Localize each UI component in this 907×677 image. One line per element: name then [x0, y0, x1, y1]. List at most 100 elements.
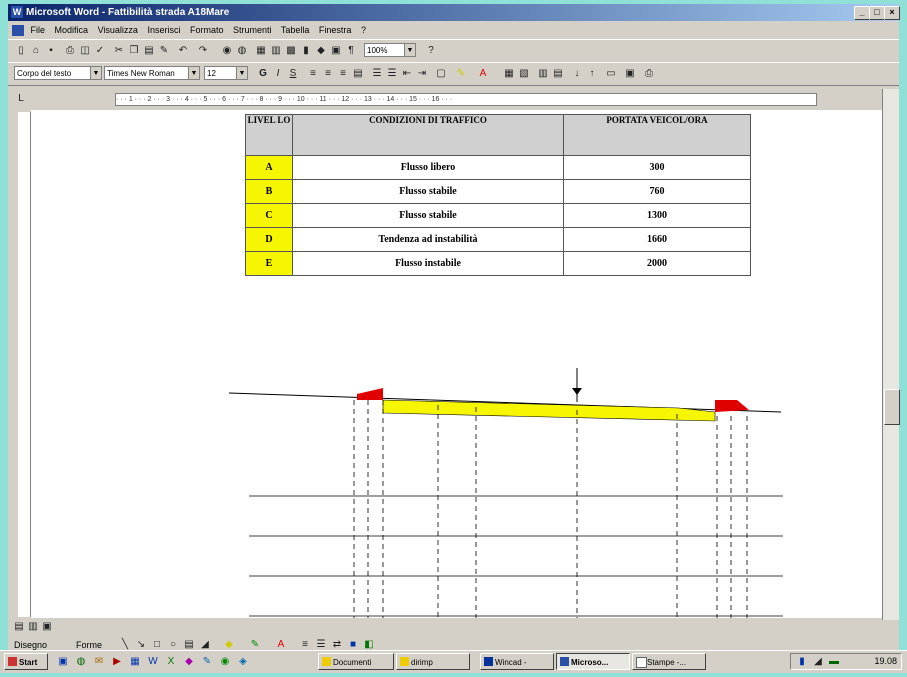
app-icon[interactable]: ▶	[110, 655, 124, 668]
border-icon[interactable]: ▢	[434, 67, 448, 80]
start-button[interactable]: Start	[4, 653, 48, 670]
open-icon[interactable]: ⌂	[29, 44, 43, 57]
sort-asc-icon[interactable]: ↓	[570, 67, 584, 80]
spelling-icon[interactable]: ✓	[93, 44, 107, 57]
undo-icon[interactable]: ↶	[176, 44, 190, 57]
taskbar-item-stampe[interactable]: Stampe -...	[632, 653, 706, 670]
maximize-button[interactable]: □	[869, 6, 885, 20]
highlight-icon[interactable]: ✎	[454, 67, 468, 80]
save-icon[interactable]: ▪	[44, 44, 58, 57]
insert-table-icon[interactable]: ▥	[269, 44, 283, 57]
tray-app-icon[interactable]: ▬	[827, 655, 841, 668]
menu-file[interactable]: File	[31, 25, 46, 35]
format-painter-icon[interactable]: ✎	[157, 44, 171, 57]
copy-icon[interactable]: ❐	[127, 44, 141, 57]
menu-formato[interactable]: Formato	[190, 25, 224, 35]
font-color-icon[interactable]: A	[476, 67, 490, 80]
desktop-icon[interactable]: ▣	[56, 655, 70, 668]
numbering-icon[interactable]: ☰	[370, 67, 384, 80]
split-icon[interactable]: ▤	[551, 67, 565, 80]
cut-icon[interactable]: ✂	[112, 44, 126, 57]
hyperlink-icon[interactable]: ◉	[220, 44, 234, 57]
web-icon[interactable]: ▣	[623, 67, 637, 80]
browser-icon[interactable]: ◍	[74, 655, 88, 668]
zoom-select[interactable]: 100% ▼	[364, 43, 416, 57]
word-icon[interactable]: W	[146, 655, 160, 668]
vertical-ruler[interactable]	[18, 112, 31, 617]
underline-button[interactable]: S	[286, 67, 300, 80]
app-icon[interactable]: ✎	[200, 655, 214, 668]
vertical-scrollbar[interactable]	[882, 89, 900, 620]
decrease-indent-icon[interactable]: ⇤	[400, 67, 414, 80]
taskbar-item-documenti[interactable]: Documenti	[318, 653, 394, 670]
menu-inserisci[interactable]: Inserisci	[147, 25, 180, 35]
scroll-thumb[interactable]	[884, 389, 900, 425]
columns-icon[interactable]: ▮	[299, 44, 313, 57]
menu-tabella[interactable]: Tabella	[281, 25, 310, 35]
web-view-icon[interactable]: ▥	[26, 620, 40, 633]
style-value: Corpo del testo	[17, 69, 72, 78]
print-preview-icon[interactable]: ◫	[78, 44, 92, 57]
minimize-button[interactable]: _	[854, 6, 870, 20]
excel-icon[interactable]: X	[164, 655, 178, 668]
cad-icon	[484, 657, 493, 666]
new-document-icon[interactable]: ▯	[14, 44, 28, 57]
word-icon	[560, 657, 569, 666]
justify-icon[interactable]: ▤	[351, 67, 365, 80]
print-icon[interactable]: ⎙	[63, 44, 77, 57]
app-icon[interactable]: ◉	[218, 655, 232, 668]
volume-icon[interactable]: ◢	[811, 655, 825, 668]
print-icon[interactable]: ⎙	[642, 67, 656, 80]
increase-indent-icon[interactable]: ⇥	[415, 67, 429, 80]
formatting-toolbar: Corpo del testo ▼ Times New Roman ▼ 12 ▼ G …	[8, 62, 899, 86]
align-left-icon[interactable]: ≡	[306, 67, 320, 80]
style-select[interactable]: Corpo del testo ▼	[14, 66, 102, 80]
normal-view-icon[interactable]: ▤	[12, 620, 26, 633]
document-icon[interactable]	[12, 25, 24, 37]
tables-icon[interactable]: ▦	[254, 44, 268, 57]
outlook-icon[interactable]: ✉	[92, 655, 106, 668]
bullets-icon[interactable]: ☰	[385, 67, 399, 80]
chevron-down-icon: ▼	[188, 67, 199, 79]
app-icon[interactable]: ◈	[236, 655, 250, 668]
doc-map-icon[interactable]: ▣	[329, 44, 343, 57]
menu-strumenti[interactable]: Strumenti	[233, 25, 272, 35]
insert-field-icon[interactable]: ▭	[604, 67, 618, 80]
bold-button[interactable]: G	[256, 67, 270, 80]
taskbar-item-wincad[interactable]: Wincad -	[480, 653, 554, 670]
font-size-select[interactable]: 12 ▼	[204, 66, 248, 80]
table-border-icon[interactable]: ▦	[502, 67, 516, 80]
paste-icon[interactable]: ▤	[142, 44, 156, 57]
excel-icon[interactable]: ▩	[284, 44, 298, 57]
network-icon[interactable]: ▮	[795, 655, 809, 668]
taskbar-item-word[interactable]: Microso...	[556, 653, 630, 670]
windows-logo-icon	[8, 657, 17, 666]
taskbar-item-dirimp[interactable]: dirimp	[396, 653, 470, 670]
align-center-icon[interactable]: ≡	[321, 67, 335, 80]
document-page[interactable]: LIVEL LO CONDIZIONI DI TRAFFICO PORTATA …	[31, 110, 883, 618]
sort-desc-icon[interactable]: ↑	[585, 67, 599, 80]
horizontal-ruler[interactable]: L · · · 1 · · · 2 · · · 3 · · · 4 · · · …	[8, 89, 899, 109]
horizontal-scrollbar[interactable]: ▤ ▥ ▣	[8, 620, 899, 634]
menu-finestra[interactable]: Finestra	[319, 25, 352, 35]
close-button[interactable]: ×	[884, 6, 900, 20]
table-insert-icon[interactable]: ▧	[517, 67, 531, 80]
merge-icon[interactable]: ▥	[536, 67, 550, 80]
font-select[interactable]: Times New Roman ▼	[104, 66, 200, 80]
drawing-icon[interactable]: ◆	[314, 44, 328, 57]
menu-help[interactable]: ?	[361, 25, 366, 35]
tab-selector-icon[interactable]: L	[14, 92, 28, 105]
redo-icon[interactable]: ↷	[196, 44, 210, 57]
web-toolbar-icon[interactable]: ◍	[235, 44, 249, 57]
align-right-icon[interactable]: ≡	[336, 67, 350, 80]
help-icon[interactable]: ?	[424, 44, 438, 57]
app-icon[interactable]: ◆	[182, 655, 196, 668]
road-pavement	[382, 399, 716, 422]
menu-modifica[interactable]: Modifica	[55, 25, 89, 35]
road-section-drawing	[228, 368, 783, 618]
menu-visualizza[interactable]: Visualizza	[98, 25, 138, 35]
pilcrow-icon[interactable]: ¶	[344, 44, 358, 57]
page-view-icon[interactable]: ▣	[40, 620, 54, 633]
italic-button[interactable]: I	[271, 67, 285, 80]
app-icon[interactable]: ▦	[128, 655, 142, 668]
